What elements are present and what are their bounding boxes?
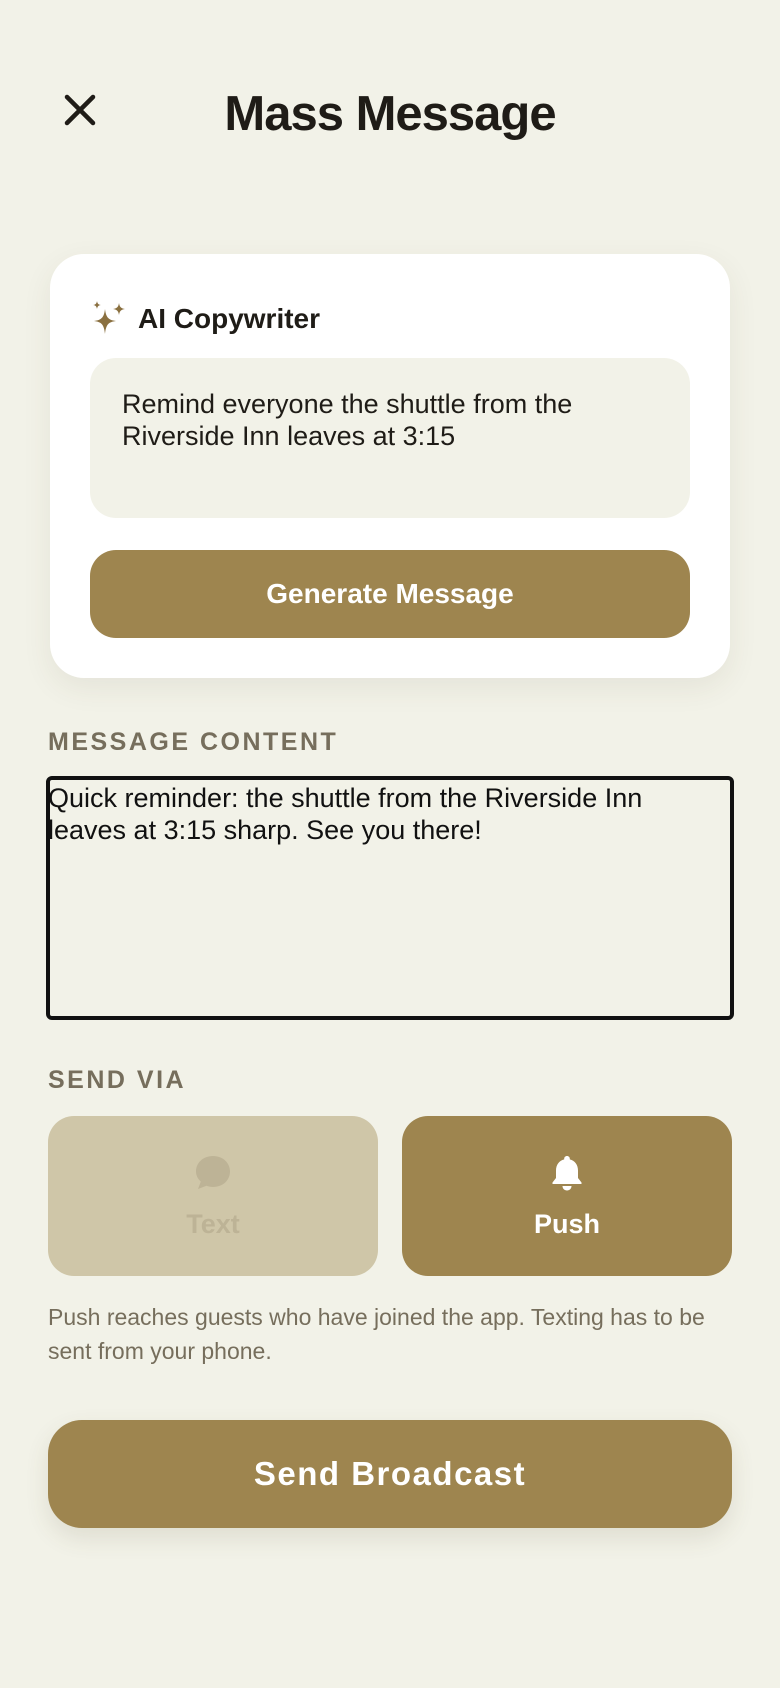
send-via-label: SEND VIA [48,1066,187,1094]
sparkle-icon [93,301,125,334]
message-content-text: Quick reminder: the shuttle from the Riv… [48,783,643,845]
generate-message-button[interactable]: Generate Message [90,550,690,638]
page-title: Mass Message [224,87,556,141]
message-content-textarea[interactable]: Quick reminder: the shuttle from the Riv… [46,776,734,1020]
ai-copywriter-card: AI Copywriter Remind everyone the shuttl… [50,254,730,678]
channel-option-label: Push [533,1208,600,1239]
chat-bubble-icon [196,1155,230,1189]
ai-copywriter-header: AI Copywriter [90,294,320,344]
channel-option-label: Text [186,1208,240,1239]
send-broadcast-button[interactable]: Send Broadcast [48,1420,732,1528]
ai-prompt-input[interactable]: Remind everyone the shuttle from the Riv… [90,358,690,518]
message-content-label: MESSAGE CONTENT [48,728,339,756]
channel-option-text[interactable]: Text [48,1116,378,1276]
send-via-helper-text: Push reaches guests who have joined the … [48,1304,705,1364]
ai-copywriter-title: AI Copywriter [138,303,321,334]
channel-option-push[interactable]: Push [402,1116,732,1276]
bell-icon [552,1155,582,1190]
